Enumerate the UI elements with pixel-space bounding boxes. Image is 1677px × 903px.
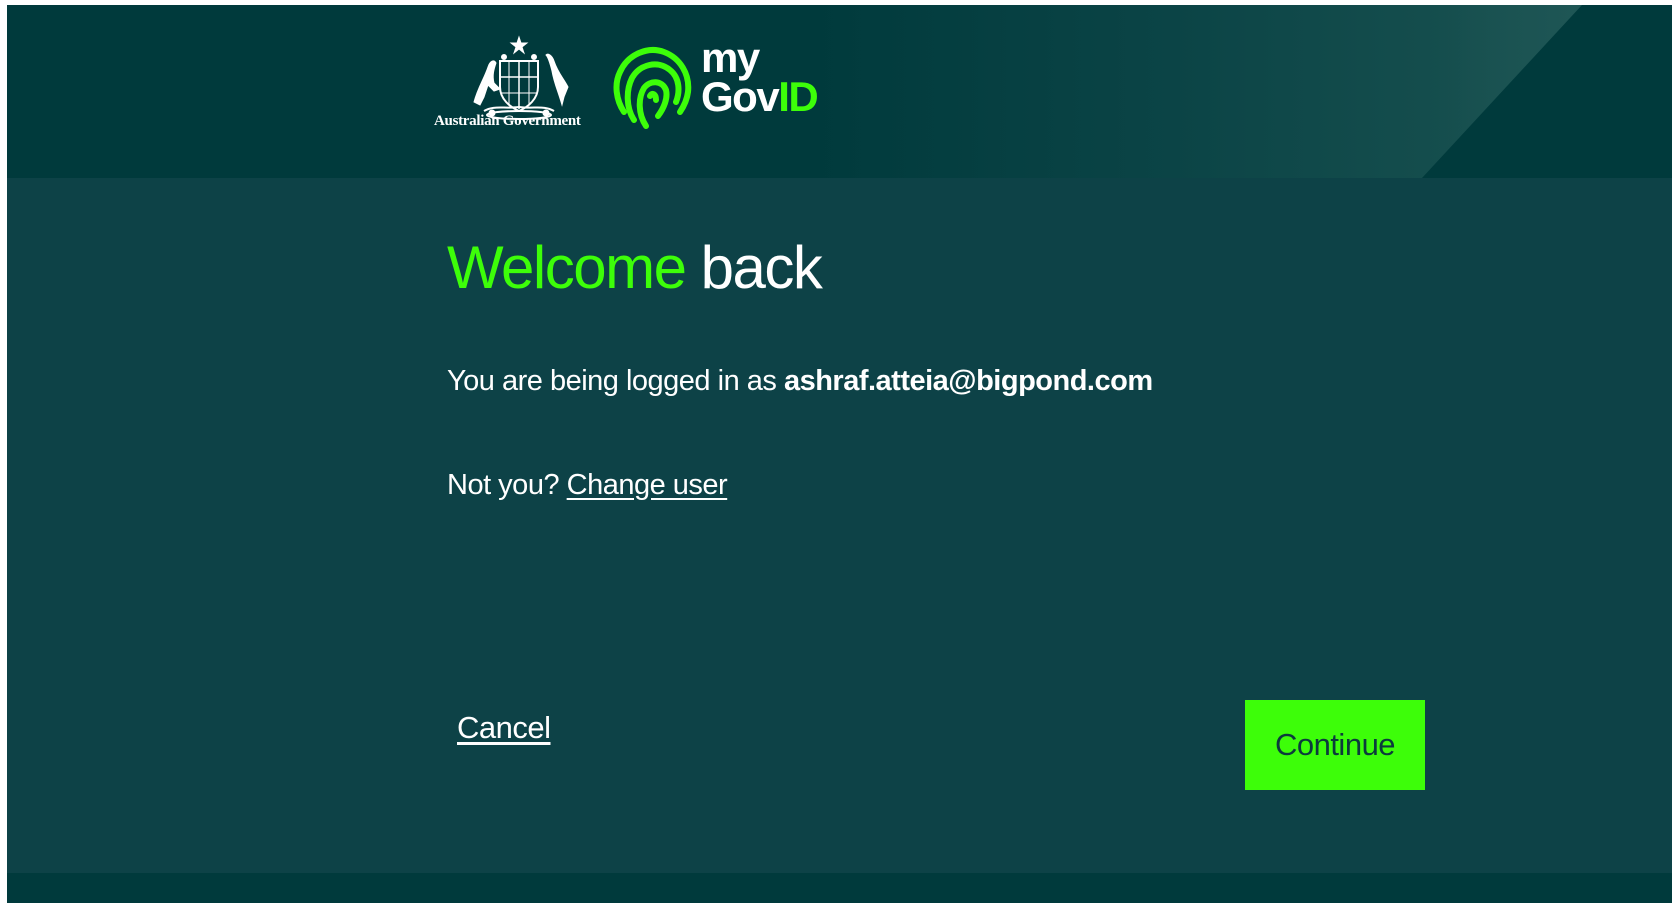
brand-govid: GovID	[701, 75, 819, 117]
title-back: back	[700, 234, 823, 301]
header-banner: Australian Government my GovID	[7, 5, 1672, 178]
australian-government-label: Australian Government	[434, 113, 581, 129]
change-user-link[interactable]: Change user	[567, 469, 728, 501]
not-you-label: Not you?	[447, 469, 560, 501]
user-email: ashraf.atteia@bigpond.com	[783, 365, 1153, 397]
fingerprint-icon	[613, 47, 692, 129]
page-title: Welcome back	[447, 238, 823, 298]
continue-button[interactable]: Continue	[1245, 700, 1425, 790]
mygovid-logo: my GovID	[701, 37, 819, 117]
brand-gov: Gov	[701, 72, 780, 120]
not-you-row: Not you? Change user	[447, 469, 728, 502]
brand-id: ID	[778, 72, 819, 120]
footer-bar	[7, 873, 1672, 903]
logged-in-prefix: You are being logged in as	[447, 365, 777, 397]
logged-in-message: You are being logged in as ashraf.atteia…	[447, 365, 1153, 398]
title-welcome: Welcome	[447, 234, 687, 301]
cancel-link[interactable]: Cancel	[457, 710, 551, 746]
